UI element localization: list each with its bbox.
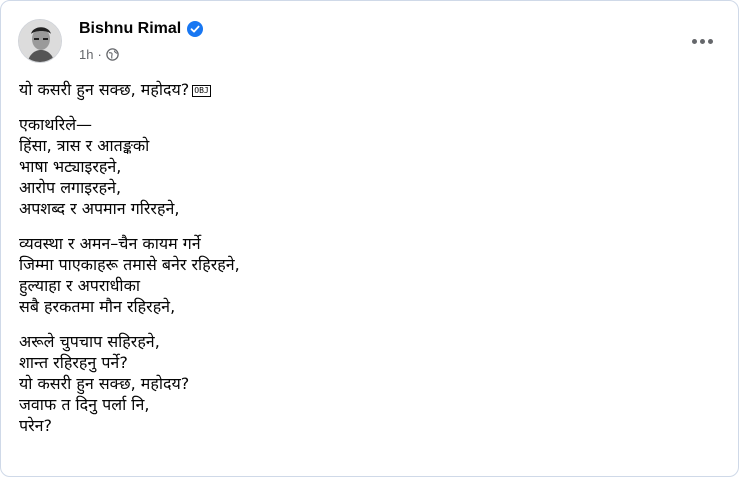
post-paragraph: अरूले चुपचाप सहिरहने, शान्त रहिरहनु पर्न… bbox=[19, 331, 720, 436]
post-line: अरूले चुपचाप सहिरहने, bbox=[19, 332, 160, 351]
post-time[interactable]: 1h bbox=[79, 47, 93, 62]
globe-icon[interactable] bbox=[106, 48, 119, 61]
post-paragraph: व्यवस्था र अमन–चैन कायम गर्ने जिम्मा पाए… bbox=[19, 233, 720, 317]
post-line: अपशब्द र अपमान गरिरहने, bbox=[19, 199, 180, 218]
post-line: जवाफ त दिनु पर्ला नि, bbox=[19, 395, 150, 414]
avatar-portrait bbox=[19, 20, 61, 62]
more-options-button[interactable] bbox=[688, 31, 716, 51]
post-meta: 1h · bbox=[79, 47, 119, 62]
object-replacement-glyph: OBJ bbox=[192, 85, 211, 97]
verified-badge-icon bbox=[187, 21, 204, 37]
post-line: हिंसा, त्रास र आतङ्कको bbox=[19, 136, 150, 155]
post-line: आरोप लगाइरहने, bbox=[19, 178, 122, 197]
post-line: हुल्याहा र अपराधीका bbox=[19, 276, 141, 295]
post-line: यो कसरी हुन सक्छ, महोदय? bbox=[19, 374, 190, 393]
meta-separator: · bbox=[97, 47, 102, 62]
post-line: भाषा भट्याइरहने, bbox=[19, 157, 122, 176]
author-name[interactable]: Bishnu Rimal bbox=[79, 20, 181, 38]
post-text: यो कसरी हुन सक्छ, महोदय? OBJ एकाथरिले— हि… bbox=[19, 79, 720, 450]
post-line: जिम्मा पाएकाहरू तमासे बनेर रहिरहने, bbox=[19, 255, 240, 274]
post-paragraph: एकाथरिले— हिंसा, त्रास र आतङ्कको भाषा भट… bbox=[19, 114, 720, 219]
more-options-icon bbox=[691, 38, 697, 44]
post-line: व्यवस्था र अमन–चैन कायम गर्ने bbox=[19, 234, 201, 253]
post-line: यो कसरी हुन सक्छ, महोदय? OBJ bbox=[19, 80, 211, 99]
post-line: सबै हरकतमा मौन रहिरहने, bbox=[19, 297, 176, 316]
author-name-row: Bishnu Rimal bbox=[79, 20, 204, 38]
post-line: परेन? bbox=[19, 416, 53, 435]
post-line: एकाथरिले— bbox=[19, 115, 93, 134]
post-line: शान्त रहिरहनु पर्ने? bbox=[19, 353, 128, 372]
author-avatar[interactable] bbox=[18, 19, 62, 63]
post-paragraph: यो कसरी हुन सक्छ, महोदय? OBJ bbox=[19, 79, 720, 100]
post-card: Bishnu Rimal 1h · यो कसरी हुन सक्छ, महोद… bbox=[0, 0, 739, 477]
